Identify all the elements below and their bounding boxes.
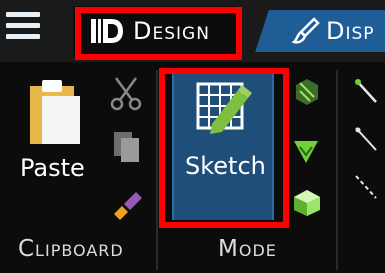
scissors-icon[interactable]: [110, 76, 142, 112]
mode-group-label: Mode: [218, 236, 277, 262]
line-tool-icon[interactable]: [354, 76, 378, 216]
format-painter-icon[interactable]: [110, 186, 144, 220]
paintbrush-icon: [292, 17, 320, 44]
tab-display[interactable]: Disp: [255, 10, 385, 52]
paste-icon: [30, 80, 80, 144]
mode-section-icon[interactable]: [292, 137, 320, 165]
highlight-sketch-button: [159, 68, 289, 228]
group-divider: [156, 70, 158, 270]
mode-3d-icon[interactable]: [294, 77, 320, 107]
highlight-design-tab: [75, 7, 242, 60]
mode-solid-icon[interactable]: [292, 188, 322, 218]
tab-display-label: Disp: [326, 17, 375, 45]
paste-label: Paste: [20, 154, 85, 182]
group-divider: [336, 70, 338, 270]
copy-icon[interactable]: [112, 130, 142, 164]
clipboard-group-label: Clipboard: [18, 236, 124, 262]
hamburger-menu-icon[interactable]: [6, 12, 40, 42]
